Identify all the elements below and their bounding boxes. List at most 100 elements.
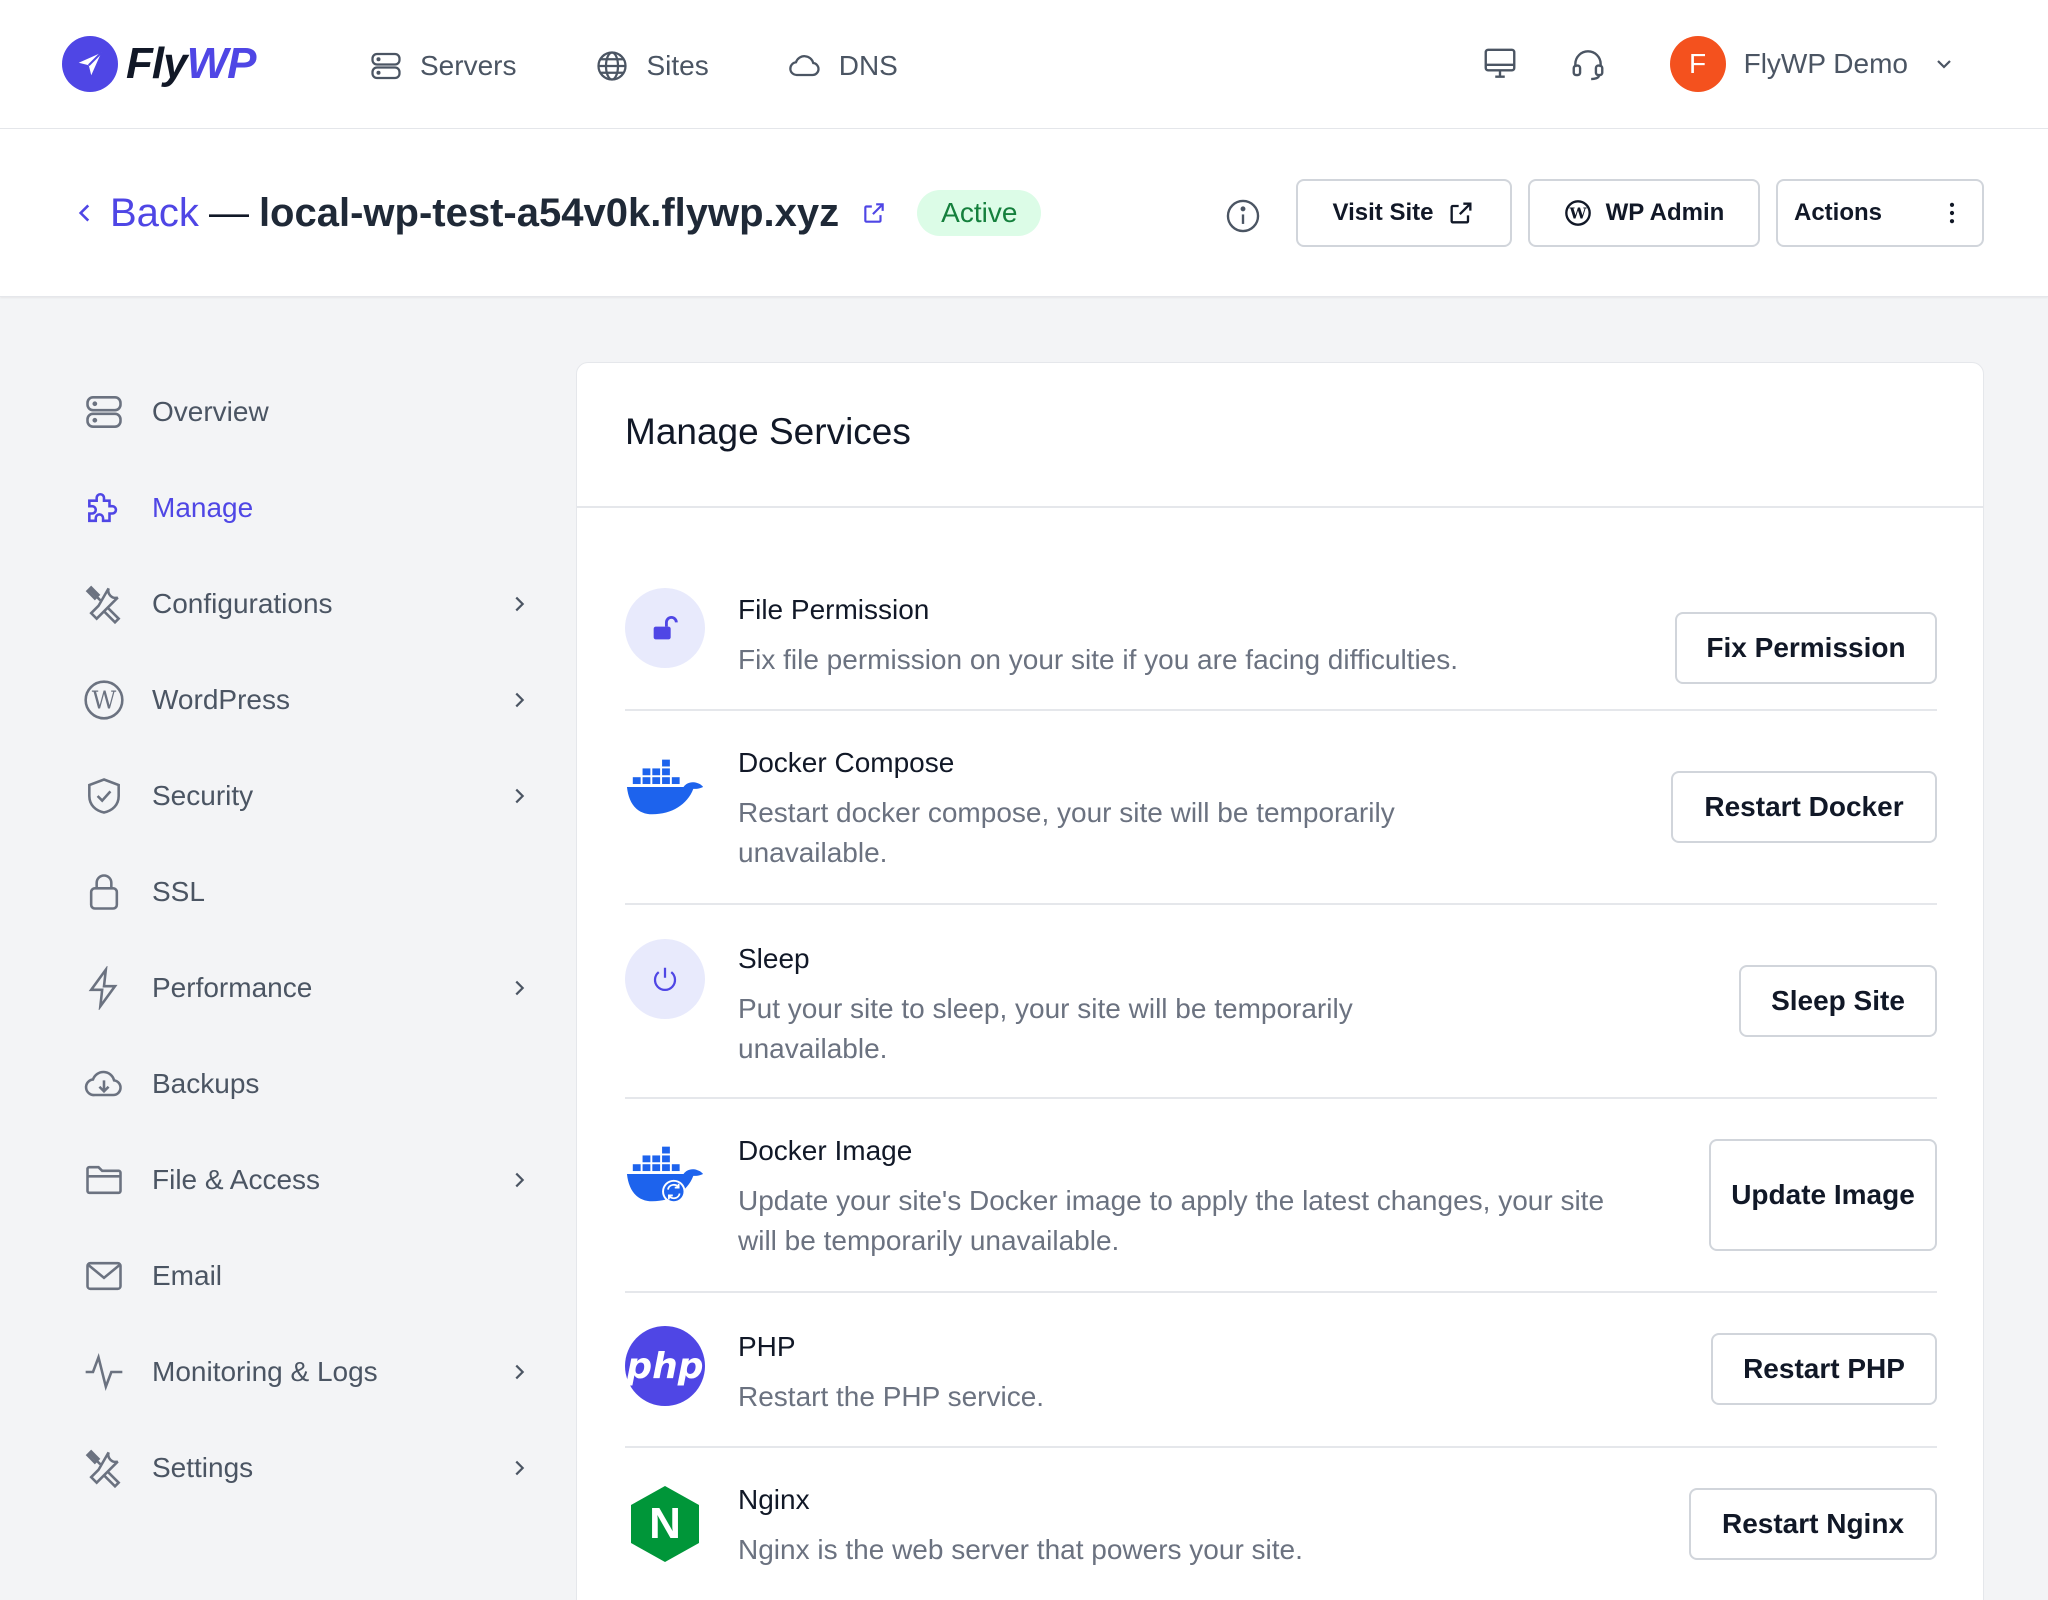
info-icon[interactable] [1224,197,1262,235]
wp-admin-button[interactable]: W WP Admin [1528,179,1760,247]
docker-icon [626,759,704,815]
service-icon [625,588,705,668]
svg-text:W: W [92,686,117,714]
card-title: Manage Services [625,411,911,452]
service-description: Restart docker compose, your site will b… [738,797,1395,868]
activity-icon [85,1353,123,1391]
service-icon [625,745,705,825]
nav-sites-label: Sites [646,50,709,81]
sidebar-item-wordpress[interactable]: W WordPress [80,652,525,748]
card-divider [577,506,1983,508]
chevron-down-icon[interactable] [1932,52,1956,76]
sidebar-item-label: File & Access [152,1164,321,1195]
wordpress-icon: W [84,680,124,720]
sidebar-item-label: Overview [152,396,269,427]
sleep-site-button[interactable]: Sleep Site [1739,965,1937,1037]
title-separator: — [208,190,249,235]
sidebar-item-overview[interactable]: Overview [80,364,520,460]
service-description: Nginx is the web server that powers your… [738,1534,1303,1565]
sidebar-item-performance[interactable]: Performance [80,940,525,1036]
mail-icon [86,1261,122,1291]
sidebar-item-label: Backups [152,1068,260,1099]
service-icon [625,939,705,1019]
headset-icon [1572,50,1604,81]
chevron-right-icon [515,1172,525,1188]
service-row-php: php PHP Restart the PHP service. Restart… [625,1293,1937,1448]
restart-nginx-button[interactable]: Restart Nginx [1689,1488,1937,1560]
service-name: Nginx [738,1484,810,1515]
main-nav: Servers Sites DNS [368,44,898,88]
sidebar-item-label: WordPress [152,684,290,715]
service-name: File Permission [738,594,930,625]
docker-refresh-icon [626,1146,704,1204]
power-icon [653,967,677,991]
service-description: Update your site's Docker image to apply… [738,1185,1605,1256]
sidebar-item-settings[interactable]: Settings [80,1420,525,1516]
fix-permission-button[interactable]: Fix Permission [1675,612,1937,684]
avatar[interactable]: F [1669,36,1726,92]
actions-label: Actions [1793,199,1882,226]
sidebar-item-backups[interactable]: Backups [80,1036,520,1132]
flywp-logo-icon [62,36,118,92]
page-title: local-wp-test-a54v0k.flywp.xyz [258,190,840,235]
sidebar-item-security[interactable]: Security [80,748,525,844]
php-icon: php [625,1326,705,1406]
nav-sites[interactable]: Sites [594,44,709,88]
update-image-button[interactable]: Update Image [1709,1139,1937,1251]
support-button[interactable] [1564,40,1612,88]
sidebar-item-label: Security [152,780,254,811]
sidebar-item-monitoring-logs[interactable]: Monitoring & Logs [80,1324,525,1420]
external-link-icon [1450,202,1472,224]
chevron-left-icon[interactable] [72,200,98,226]
service-name: Docker Image [738,1135,913,1166]
puzzle-icon [88,492,118,523]
user-name[interactable]: FlyWP Demo [1744,48,1908,80]
chevron-right-icon [515,692,525,708]
tools-icon [85,1449,121,1489]
service-row-sleep: Sleep Put your site to sleep, your site … [625,905,1937,1099]
back-link[interactable]: Back [110,191,199,236]
chevron-right-icon [515,980,525,996]
monitor-icon [1484,48,1516,78]
nginx-icon: N [625,1484,705,1564]
lock-icon [89,874,119,910]
monitor-button[interactable] [1476,40,1524,88]
site-header: Back — local-wp-test-a54v0k.flywp.xyz Ac… [0,129,2048,297]
sidebar-item-configurations[interactable]: Configurations [80,556,525,652]
service-name: Sleep [738,943,810,974]
flywp-logo[interactable]: FlyWP [62,36,256,92]
unlock-icon [653,616,678,640]
sidebar-item-manage[interactable]: Manage [80,460,520,556]
breadcrumb: Back — local-wp-test-a54v0k.flywp.xyz Ac… [72,189,1042,237]
chevron-right-icon [515,1364,525,1380]
service-name: PHP [738,1331,796,1362]
more-vertical-icon [1949,202,1955,224]
visit-site-button[interactable]: Visit Site [1296,179,1512,247]
restart-docker-button[interactable]: Restart Docker [1671,771,1937,843]
service-icon [625,1133,705,1213]
sidebar-item-label: SSL [152,876,205,907]
actions-button[interactable]: Actions [1776,179,1984,247]
sidebar-item-email[interactable]: Email [80,1228,520,1324]
chevron-right-icon [515,1460,525,1476]
logo-wordmark: FlyWP [126,39,256,88]
folder-icon [86,1165,122,1195]
sidebar: Overview Manage Configurations W WordPre… [80,364,525,1516]
service-row-docker-compose: Docker Compose Restart docker compose, y… [625,711,1937,905]
server-icon [371,52,401,80]
sidebar-item-label: Email [152,1260,223,1291]
nav-dns[interactable]: DNS [787,44,898,88]
service-row-nginx: N Nginx Nginx is the web server that pow… [625,1448,1937,1600]
nav-servers[interactable]: Servers [368,44,516,88]
svg-text:W: W [1568,204,1587,222]
wp-admin-label: WP Admin [1605,199,1725,226]
chevron-right-icon [515,788,525,804]
php-icon-text: php [626,1345,704,1387]
user-area: F FlyWP Demo [1476,36,1956,92]
restart-php-button[interactable]: Restart PHP [1711,1333,1937,1405]
sidebar-item-label: Settings [152,1452,254,1483]
sidebar-item-ssl[interactable]: SSL [80,844,520,940]
sidebar-item-file-access[interactable]: File & Access [80,1132,525,1228]
external-link-icon[interactable] [861,200,887,226]
nginx-icon-text: N [649,1499,681,1548]
